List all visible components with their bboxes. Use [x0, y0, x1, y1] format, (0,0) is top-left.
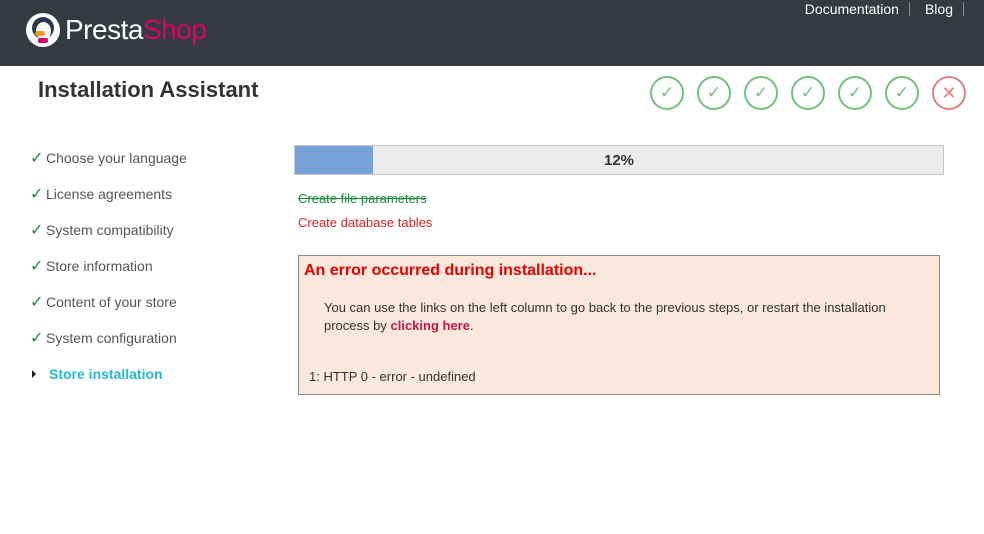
sidebar-item-label: Content of your store [46, 294, 177, 310]
error-detail: 1: HTTP 0 - error - undefined [309, 369, 476, 384]
documentation-link[interactable]: Documentation [793, 2, 910, 16]
sidebar-item-content-of-store[interactable]: ✓ Content of your store [30, 284, 270, 320]
prestashop-logo[interactable]: PrestaShop [26, 13, 207, 47]
logo-text-shop: Shop [142, 14, 207, 45]
checkmark-icon: ✓ [30, 186, 44, 203]
blog-link[interactable]: Blog [910, 2, 964, 16]
error-message: You can use the links on the left column… [324, 299, 914, 335]
logo-wordmark: PrestaShop [65, 13, 207, 47]
current-step-arrow-icon [32, 370, 36, 378]
sidebar-item-choose-language[interactable]: ✓ Choose your language [30, 140, 270, 176]
checkmark-icon: ✓ [30, 330, 44, 347]
progress-percentage: 12% [603, 151, 635, 169]
installation-progress-bar: 12% [294, 145, 944, 175]
checkmark-icon: ✓ [30, 222, 44, 239]
step-done-check-icon: ✓ [744, 76, 778, 110]
step-status-indicators: ✓ ✓ ✓ ✓ ✓ ✓ ✕ [650, 76, 966, 110]
error-title: An error occurred during installation... [304, 262, 597, 279]
error-panel: An error occurred during installation...… [298, 255, 940, 395]
step-done-check-icon: ✓ [697, 76, 731, 110]
header-links: Documentation Blog [793, 2, 964, 16]
error-message-end: . [469, 318, 474, 333]
sidebar-item-store-installation: Store installation [30, 356, 270, 392]
checkmark-icon: ✓ [30, 294, 44, 311]
logo-text-presta: Presta [65, 14, 143, 45]
sidebar-item-store-information[interactable]: ✓ Store information [30, 248, 270, 284]
puffin-logo-icon [26, 13, 60, 47]
step-done-check-icon: ✓ [838, 76, 872, 110]
step-done-check-icon: ✓ [885, 76, 919, 110]
restart-installation-link[interactable]: clicking here [390, 318, 469, 333]
page-title: Installation Assistant [38, 77, 259, 102]
sidebar-item-label: License agreements [46, 186, 173, 202]
checkmark-icon: ✓ [30, 258, 44, 275]
step-error-cross-icon: ✕ [932, 76, 966, 110]
sidebar-item-license-agreements[interactable]: ✓ License agreements [30, 176, 270, 212]
sidebar-item-label: Choose your language [46, 150, 187, 166]
checkmark-icon: ✓ [30, 150, 44, 167]
sidebar-item-system-compatibility[interactable]: ✓ System compatibility [30, 212, 270, 248]
sidebar-item-system-configuration[interactable]: ✓ System configuration [30, 320, 270, 356]
task-failed: Create database tables [298, 215, 433, 230]
sidebar-item-label: System configuration [46, 330, 177, 346]
steps-sidebar: ✓ Choose your language ✓ License agreeme… [30, 140, 270, 392]
sidebar-item-label: Store installation [49, 366, 163, 382]
sidebar-item-label: System compatibility [46, 222, 174, 238]
step-done-check-icon: ✓ [650, 76, 684, 110]
top-header: PrestaShop Documentation Blog [0, 0, 984, 66]
step-done-check-icon: ✓ [791, 76, 825, 110]
sidebar-item-label: Store information [46, 258, 153, 274]
task-completed: Create file parameters [298, 191, 427, 206]
